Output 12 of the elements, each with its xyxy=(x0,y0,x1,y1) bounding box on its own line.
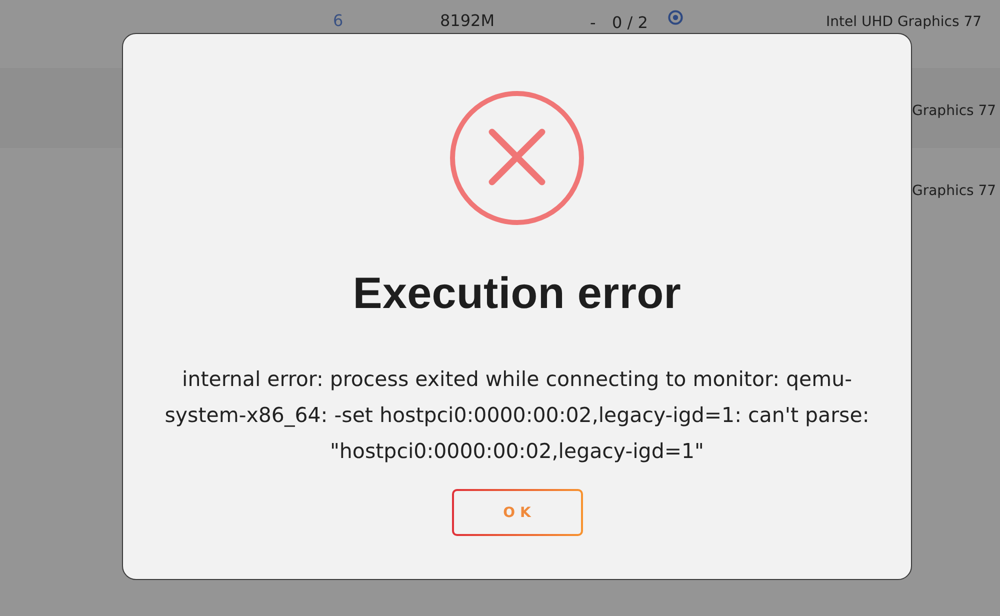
error-x-icon xyxy=(449,90,585,226)
table-cell: - xyxy=(590,13,596,32)
table-cell: Intel UHD Graphics 77 xyxy=(826,14,982,30)
circle-dot-icon[interactable] xyxy=(668,10,683,25)
ok-button[interactable]: OK xyxy=(452,489,582,536)
table-cell[interactable]: 6 xyxy=(333,11,344,30)
table-cell: Graphics 77 xyxy=(912,183,996,199)
error-message: internal error: process exited while connecting to monitor: qemu-system-x86_64: -set hostpci0:0000:00:02,legacy-igd=1: can't parse: "hostpci0:0000:00:02,legacy-igd=1" xyxy=(164,366,870,465)
dialog-title: Execution error xyxy=(352,268,682,320)
table-cell: 0 / 2 xyxy=(612,13,648,32)
table-cell: 8192M xyxy=(440,11,495,30)
table-cell: Graphics 77 xyxy=(912,103,996,119)
